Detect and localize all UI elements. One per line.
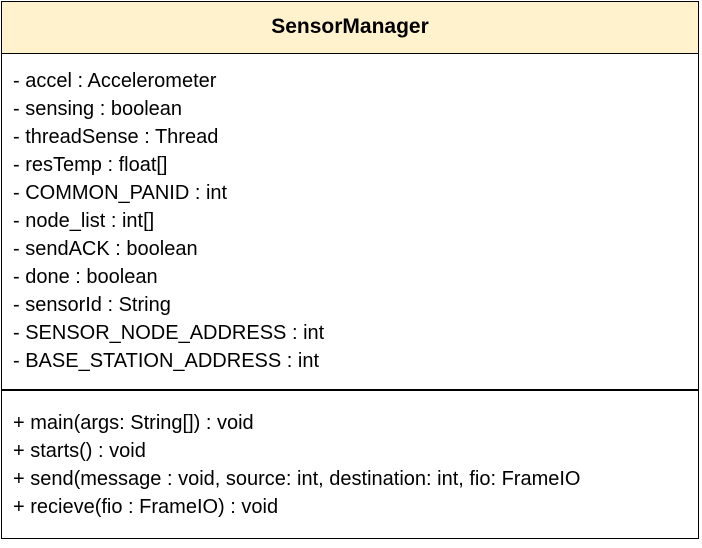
operation-send: + send(message : void, source: int, dest… <box>13 468 581 490</box>
attribute-thread-sense: - threadSense : Thread <box>13 126 219 148</box>
attribute-base-station-address: - BASE_STATION_ADDRESS : int <box>13 350 320 372</box>
uml-class-box[interactable]: SensorManager - accel : Accelerometer - … <box>1 1 699 539</box>
operation-main: + main(args: String[]) : void <box>13 412 254 434</box>
operation-recieve: + recieve(fio : FrameIO) : void <box>13 496 279 518</box>
attribute-node-list: - node_list : int[] <box>13 210 155 232</box>
operations-compartment: + main(args: String[]) : void + starts()… <box>2 391 698 521</box>
attribute-sensor-node-address: - SENSOR_NODE_ADDRESS : int <box>13 322 325 344</box>
attribute-sensor-id: - sensorId : String <box>13 294 171 316</box>
attributes-compartment: - accel : Accelerometer - sensing : bool… <box>2 54 698 389</box>
attribute-sensing: - sensing : boolean <box>13 98 183 120</box>
attribute-res-temp: - resTemp : float[] <box>13 154 168 176</box>
class-header: SensorManager <box>2 2 698 54</box>
attribute-accel: - accel : Accelerometer <box>13 70 217 92</box>
attribute-common-panid: - COMMON_PANID : int <box>13 182 228 204</box>
attribute-send-ack: - sendACK : boolean <box>13 238 198 260</box>
class-name: SensorManager <box>271 15 429 38</box>
operation-starts: + starts() : void <box>13 440 146 462</box>
attribute-done: - done : boolean <box>13 266 158 288</box>
